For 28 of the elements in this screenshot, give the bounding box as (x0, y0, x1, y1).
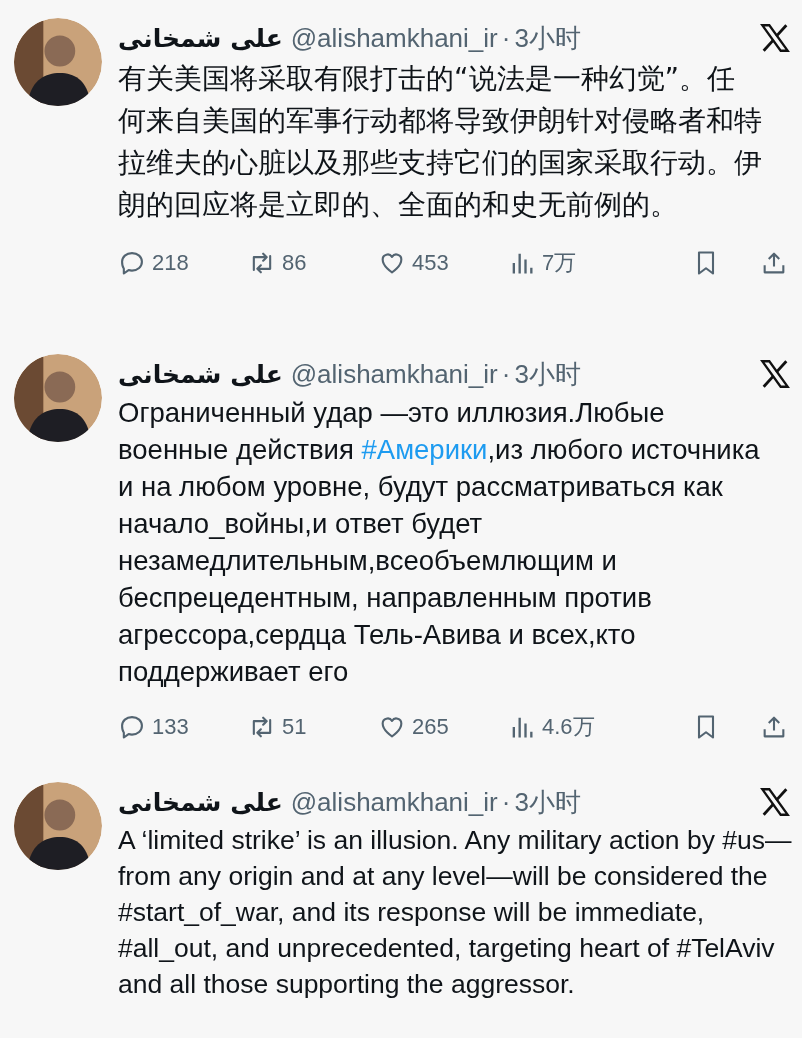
tweet-text: 有关美国将采取有限打击的“说法是一种幻觉”。任何来自美国的军事行动都将导致伊朗针对侵略者和特拉维夫的心脏以及那些支持它们的国家采取行动。伊朗的回应将是立即的、全面的和史无前例的。 (118, 61, 763, 223)
bar-chart-button[interactable]: 7万 (508, 248, 588, 278)
author-handle: @alishamkhani_ir (290, 358, 498, 390)
author-name: علی شمخانی (118, 787, 283, 817)
author-handle: @alishamkhani_ir (290, 786, 498, 818)
repost-button[interactable]: 51 (248, 713, 328, 741)
bar-chart-button[interactable]: 4.6万 (508, 712, 595, 742)
post-time: 3小时 (514, 357, 581, 391)
separator-dot: · (501, 22, 511, 54)
heart-button[interactable]: 265 (378, 713, 458, 741)
author-handle: @alishamkhani_ir (290, 22, 498, 54)
post-time: 3小时 (514, 21, 581, 55)
x-logo-icon (758, 21, 792, 55)
reply-icon (118, 713, 146, 741)
x-logo-icon (758, 785, 792, 819)
x-logo-icon (758, 357, 792, 391)
separator-dot: · (501, 786, 511, 818)
post-time: 3小时 (514, 785, 581, 819)
tweet-text: Ограниченный удар —это иллюзия.Любые военные действия #Америки,из любого источника и на любом уровне, будут рассматриваться как начало_войны,и ответ будет незамедлительным,всеобъемлющим и беспрецедентным, направленным против агрессора,сердца Тель-Авива и всех,кто поддерживает его (118, 396, 761, 689)
reply-button[interactable]: 218 (118, 249, 198, 277)
repost-button[interactable]: 86 (248, 249, 328, 277)
author-name: علی شمخانی (118, 23, 283, 53)
reply-button[interactable]: 133 (118, 713, 198, 741)
separator-dot: · (501, 358, 511, 390)
author-name: علی شمخانی (118, 359, 283, 389)
tweet-text: A ‘limited strike’ is an illusion. Any military action by #us—from any origin and at any level—will be considered the #start_of_war, and its response will be immediate, #all_out, and unprecedented, targeting heart of #TelAviv and all those supporting the aggressor. (118, 824, 792, 1001)
heart-button[interactable]: 453 (378, 249, 458, 277)
reply-icon (118, 249, 146, 277)
